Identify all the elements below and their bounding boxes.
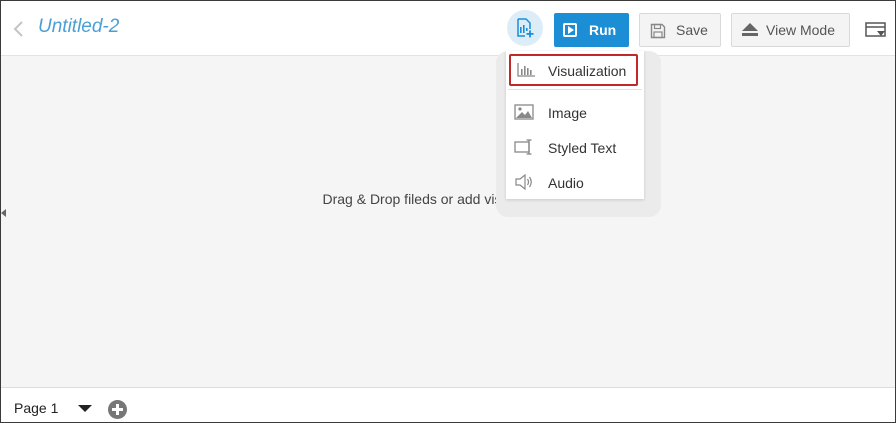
add-visualization-button[interactable] [507,10,543,46]
report-canvas[interactable]: Drag & Drop fileds or add visualizations… [1,57,895,387]
run-button-label: Run [589,22,617,38]
page-tab[interactable]: Page 1 [14,400,58,416]
save-button-label: Save [676,22,708,38]
page-bar: Page 1 [1,387,895,422]
chevron-left-icon [13,21,23,37]
menu-item-styled-text[interactable]: Styled Text [506,131,644,163]
add-visualization-icon [517,18,534,38]
save-icon [650,23,666,39]
toolbar: Untitled-2 Run Save View Mode [1,1,895,56]
save-button[interactable]: Save [639,13,721,47]
menu-item-image[interactable]: Image [506,96,644,128]
run-icon [563,23,577,37]
insert-menu: Visualization Image Styled Text Audio [506,51,644,199]
view-mode-button[interactable]: View Mode [731,13,850,47]
bar-chart-icon [517,63,535,77]
menu-item-label: Image [548,105,587,121]
menu-item-label: Visualization [548,63,627,79]
styled-text-icon [514,139,532,155]
side-panel-toggle[interactable] [1,209,6,217]
run-button[interactable]: Run [554,13,629,47]
view-mode-button-label: View Mode [766,22,836,38]
image-icon [514,104,534,120]
menu-divider [508,89,642,90]
document-title[interactable]: Untitled-2 [38,16,119,38]
audio-icon [515,174,532,190]
page-dropdown-icon[interactable] [78,405,92,412]
preview-icon [865,22,886,37]
drop-hint-text: Drag & Drop fileds or add visualizations… [322,191,600,207]
menu-item-visualization[interactable]: Visualization [509,54,638,86]
add-page-icon[interactable] [108,400,127,419]
menu-item-audio[interactable]: Audio [506,166,644,198]
eject-icon [742,23,758,36]
app-window: Untitled-2 Run Save View Mode Drag & Dro… [0,0,896,423]
menu-item-label: Audio [548,175,584,191]
preview-button[interactable] [865,21,887,39]
back-button[interactable] [11,19,27,39]
menu-item-label: Styled Text [548,140,617,156]
